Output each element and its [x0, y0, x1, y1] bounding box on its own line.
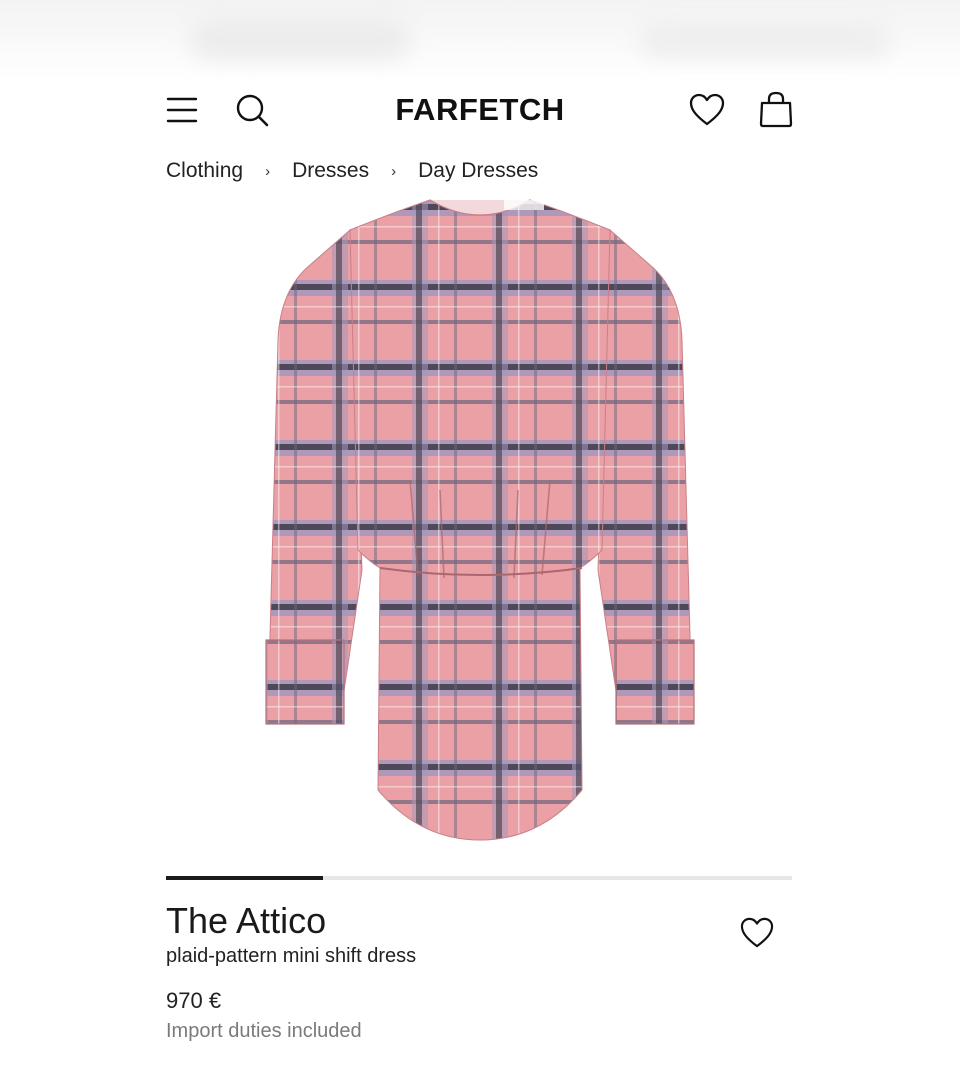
status-area-blur	[0, 0, 960, 80]
farfetch-logo[interactable]: FARFETCH	[340, 92, 620, 128]
add-to-wishlist-button[interactable]	[736, 912, 778, 954]
breadcrumb-item-clothing[interactable]: Clothing	[166, 159, 243, 183]
search-button[interactable]	[232, 90, 272, 130]
breadcrumb-item-dresses[interactable]: Dresses	[292, 159, 369, 183]
breadcrumb: Clothing › Dresses › Day Dresses	[166, 157, 538, 185]
blurred-shape	[640, 22, 890, 58]
chevron-right-icon: ›	[265, 162, 271, 180]
wishlist-button[interactable]	[686, 90, 728, 130]
heart-icon	[740, 917, 774, 948]
product-price: 970 €	[166, 988, 222, 1013]
image-gallery-progress	[166, 876, 792, 880]
product-brand[interactable]: The Attico	[166, 900, 326, 942]
product-name: plaid-pattern mini shift dress	[166, 945, 417, 967]
menu-button[interactable]	[164, 92, 200, 128]
site-header: FARFETCH	[0, 80, 960, 140]
heart-icon	[689, 93, 725, 126]
shopping-bag-icon	[759, 91, 793, 128]
search-icon	[236, 94, 269, 127]
chevron-right-icon: ›	[391, 162, 397, 180]
image-gallery-progress-fill	[166, 876, 323, 880]
import-duties-note: Import duties included	[166, 1020, 362, 1042]
menu-icon	[166, 97, 198, 123]
breadcrumb-item-day-dresses[interactable]: Day Dresses	[418, 159, 538, 183]
shopping-bag-button[interactable]	[756, 88, 796, 130]
product-image[interactable]	[240, 190, 720, 850]
blurred-shape	[190, 18, 410, 60]
